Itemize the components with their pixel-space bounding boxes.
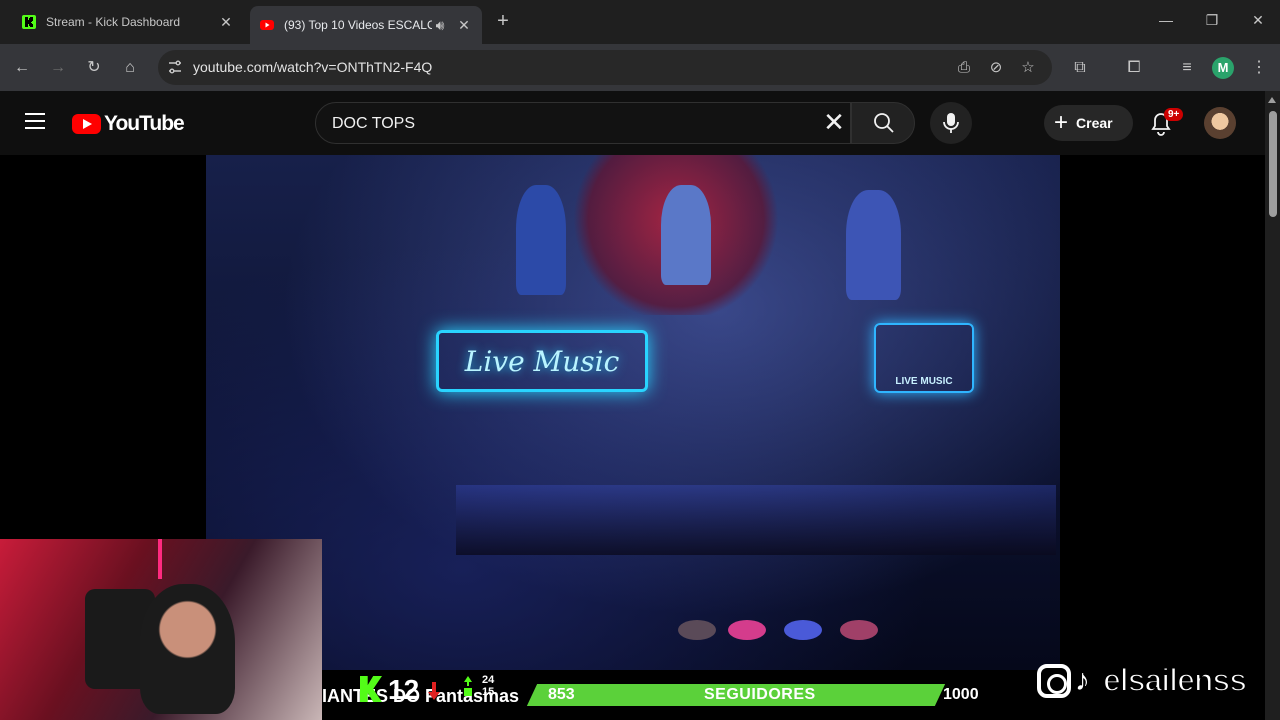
- restore-icon[interactable]: ❐: [1202, 12, 1222, 29]
- goal-current: 853: [548, 686, 575, 703]
- guitarist-figure: [846, 190, 901, 300]
- musician-figure: [516, 185, 566, 295]
- youtube-icon: [260, 18, 274, 32]
- stats-icon: [464, 676, 472, 696]
- scroll-up-icon[interactable]: [1268, 97, 1276, 103]
- avatar[interactable]: [1204, 107, 1236, 139]
- goal-label: SEGUIDORES: [704, 686, 816, 703]
- stat-up-value: 24: [482, 674, 495, 686]
- home-icon[interactable]: ⌂: [119, 57, 141, 79]
- address-bar[interactable]: youtube.com/watch?v=ONThTN2-F4Q ⎙ ⊘ ☆: [158, 50, 1052, 85]
- viewer-count: 12: [388, 674, 420, 705]
- reload-icon[interactable]: ↻: [83, 57, 105, 79]
- instagram-icon: [1037, 663, 1071, 698]
- video-frame[interactable]: Live Music LIVE MUSIC: [206, 155, 1060, 670]
- install-app-icon[interactable]: ⎙: [954, 58, 974, 78]
- browser-tab-bar: Stream - Kick Dashboard ✕ (93) Top 10 Vi…: [0, 0, 1280, 44]
- tracking-protection-icon[interactable]: ⊘: [986, 58, 1006, 78]
- voice-search-button[interactable]: [930, 102, 972, 144]
- streamer: [140, 584, 235, 714]
- forward-icon[interactable]: →: [47, 57, 69, 79]
- back-icon[interactable]: ←: [11, 57, 33, 79]
- down-arrow-icon: [428, 682, 440, 700]
- stream-overlay: IANTES DO Fantasmas 12 24 15 853 SEGUIDO…: [322, 661, 1280, 720]
- page-scrollbar[interactable]: [1265, 91, 1280, 720]
- stat-down-value: 15: [482, 686, 495, 698]
- tiktok-icon: ♪: [1075, 663, 1090, 697]
- search-icon: [874, 113, 894, 133]
- close-window-icon[interactable]: ✕: [1248, 12, 1268, 29]
- search-input[interactable]: DOC TOPS ✕: [315, 102, 851, 144]
- social-handle-badge: ♪ elsailenss: [1037, 661, 1248, 699]
- clear-search-icon[interactable]: ✕: [822, 109, 846, 135]
- close-tab-icon[interactable]: ✕: [218, 14, 234, 30]
- create-label: Crear: [1076, 115, 1113, 131]
- social-handle: elsailenss: [1102, 661, 1248, 699]
- minimize-icon[interactable]: —: [1156, 12, 1176, 28]
- goal-target: 1000: [943, 686, 979, 703]
- plus-icon: +: [1054, 109, 1069, 136]
- youtube-header: YouTube DOC TOPS ✕ + Crear 9+: [0, 91, 1265, 155]
- extensions-icon[interactable]: ⧉: [1069, 57, 1091, 79]
- search-button[interactable]: [851, 102, 915, 144]
- profile-extension-icon[interactable]: M: [1212, 57, 1234, 79]
- close-tab-icon[interactable]: ✕: [456, 17, 472, 33]
- create-button[interactable]: + Crear: [1044, 105, 1133, 141]
- browser-toolbar: ← → ↻ ⌂ youtube.com/watch?v=ONThTN2-F4Q …: [0, 44, 1280, 91]
- kick-icon: [22, 15, 36, 29]
- url-text: youtube.com/watch?v=ONThTN2-F4Q: [193, 59, 433, 75]
- live-music-sign: Live Music: [436, 330, 648, 392]
- microphone-icon: [943, 113, 959, 133]
- tab-youtube[interactable]: (93) Top 10 Videos ESCALOFRIANTES 🔊︎ ✕: [250, 6, 482, 44]
- new-tab-button[interactable]: +: [492, 11, 514, 33]
- tab-search-icon[interactable]: ⧠: [1123, 57, 1145, 79]
- menu-icon[interactable]: [25, 113, 45, 129]
- bar-counter: [456, 485, 1056, 555]
- bookmark-star-icon[interactable]: ☆: [1018, 58, 1038, 78]
- browser-menu-icon[interactable]: ⋮: [1248, 57, 1270, 79]
- webcam-overlay: [0, 539, 322, 720]
- drummer-figure: [661, 185, 711, 285]
- search-query: DOC TOPS: [332, 115, 415, 132]
- media-control-icon[interactable]: ≡: [1176, 57, 1198, 79]
- speaker-icon[interactable]: 🔊︎: [432, 17, 448, 33]
- youtube-logo[interactable]: YouTube: [72, 112, 185, 136]
- site-info-icon[interactable]: [166, 58, 184, 76]
- tab-title: (93) Top 10 Videos ESCALOFRIANTES: [284, 18, 432, 32]
- tab-kick-dashboard[interactable]: Stream - Kick Dashboard ✕: [12, 6, 244, 38]
- led-strip: [158, 539, 162, 579]
- bud-light-sign: LIVE MUSIC: [874, 323, 974, 393]
- youtube-logo-text: YouTube: [104, 112, 185, 135]
- scrollbar-thumb[interactable]: [1269, 111, 1277, 217]
- tab-title: Stream - Kick Dashboard: [46, 15, 181, 29]
- notification-badge: 9+: [1164, 108, 1184, 121]
- youtube-play-icon: [72, 114, 101, 134]
